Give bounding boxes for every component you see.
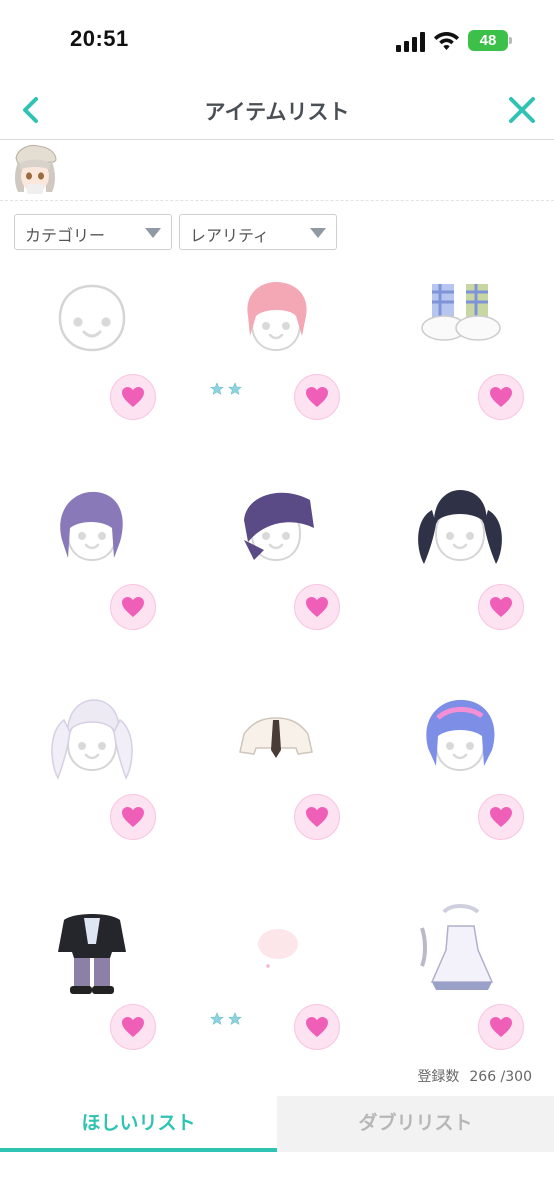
heart-icon: [490, 1017, 512, 1037]
rarity-filter-dropdown[interactable]: レアリティ: [179, 214, 337, 250]
favorite-heart-button[interactable]: [110, 374, 156, 420]
two-star-rarity-icon: [210, 382, 242, 395]
white-twintail-hair-item-thumbnail: [51, 699, 133, 780]
heart-icon: [306, 597, 328, 617]
navy-twintail-hair-item-thumbnail: [418, 490, 502, 564]
tab-duplicate-list[interactable]: ダブリリスト: [277, 1096, 554, 1152]
bottom-tab-bar: ほしいリスト ダブリリスト: [0, 1096, 554, 1152]
heart-icon: [306, 807, 328, 827]
favorite-heart-button[interactable]: [294, 374, 340, 420]
category-filter-dropdown[interactable]: カテゴリー: [14, 214, 172, 250]
tab-wish-list[interactable]: ほしいリスト: [0, 1096, 277, 1152]
cellular-signal-icon: [396, 32, 425, 52]
favorite-heart-button[interactable]: [478, 1004, 524, 1050]
heart-icon: [122, 597, 144, 617]
registration-count-label: 登録数: [417, 1069, 460, 1085]
favorite-heart-button[interactable]: [478, 584, 524, 630]
plaid-pants-slippers-item-thumbnail: [421, 284, 501, 341]
battery-indicator: 48: [468, 30, 512, 51]
two-star-rarity-icon: [210, 1012, 242, 1025]
black-jacket-outfit-item-thumbnail: [58, 914, 126, 994]
item-card[interactable]: [184, 480, 368, 690]
rarity-filter-label: レアリティ: [190, 226, 270, 245]
item-card[interactable]: [0, 270, 184, 480]
registration-count-value: 266 /300: [469, 1069, 532, 1085]
favorite-heart-button[interactable]: [294, 584, 340, 630]
purple-messy-hair-item-thumbnail: [60, 491, 123, 562]
favorite-heart-button[interactable]: [110, 1004, 156, 1050]
pink-bob-hair-item-thumbnail: [247, 282, 307, 352]
item-card[interactable]: [0, 690, 184, 900]
white-shirt-tie-item-thumbnail: [239, 717, 313, 758]
blue-pink-hair-item-thumbnail: [426, 699, 495, 772]
favorite-heart-button[interactable]: [294, 1004, 340, 1050]
heart-icon: [490, 387, 512, 407]
category-filter-label: カテゴリー: [25, 226, 106, 245]
heart-icon: [490, 807, 512, 827]
favorite-heart-button[interactable]: [110, 584, 156, 630]
close-x-icon[interactable]: [504, 92, 540, 128]
item-card[interactable]: [0, 900, 184, 1110]
favorite-heart-button[interactable]: [110, 794, 156, 840]
item-card[interactable]: [184, 270, 368, 480]
heart-icon: [490, 597, 512, 617]
favorite-heart-button[interactable]: [294, 794, 340, 840]
maid-dress-item-thumbnail: [420, 904, 494, 990]
face-outline-item-thumbnail: [58, 284, 126, 352]
item-card[interactable]: [0, 480, 184, 690]
heart-icon: [306, 387, 328, 407]
registration-count: 登録数 266 /300: [417, 1066, 532, 1086]
status-time: 20:51: [70, 26, 129, 51]
heart-icon: [122, 807, 144, 827]
item-card[interactable]: [368, 690, 552, 900]
heart-icon: [306, 1017, 328, 1037]
page-title: アイテムリスト: [204, 100, 350, 124]
header-bar: アイテムリスト: [0, 80, 554, 140]
caret-down-icon: [310, 228, 326, 238]
status-bar: 20:51 48: [0, 0, 554, 80]
caret-down-icon: [145, 228, 161, 238]
item-card[interactable]: [368, 270, 552, 480]
heart-icon: [122, 1017, 144, 1037]
pink-bubble-item-thumbnail: [258, 929, 298, 968]
avatar[interactable]: [10, 144, 60, 196]
item-card[interactable]: [368, 480, 552, 690]
item-card[interactable]: [184, 690, 368, 900]
favorite-heart-button[interactable]: [478, 794, 524, 840]
heart-icon: [122, 387, 144, 407]
favorite-heart-button[interactable]: [478, 374, 524, 420]
purple-cap-item-thumbnail: [244, 492, 314, 562]
wifi-icon: [434, 32, 459, 50]
avatar-row: [0, 141, 554, 201]
item-card[interactable]: [184, 900, 368, 1110]
